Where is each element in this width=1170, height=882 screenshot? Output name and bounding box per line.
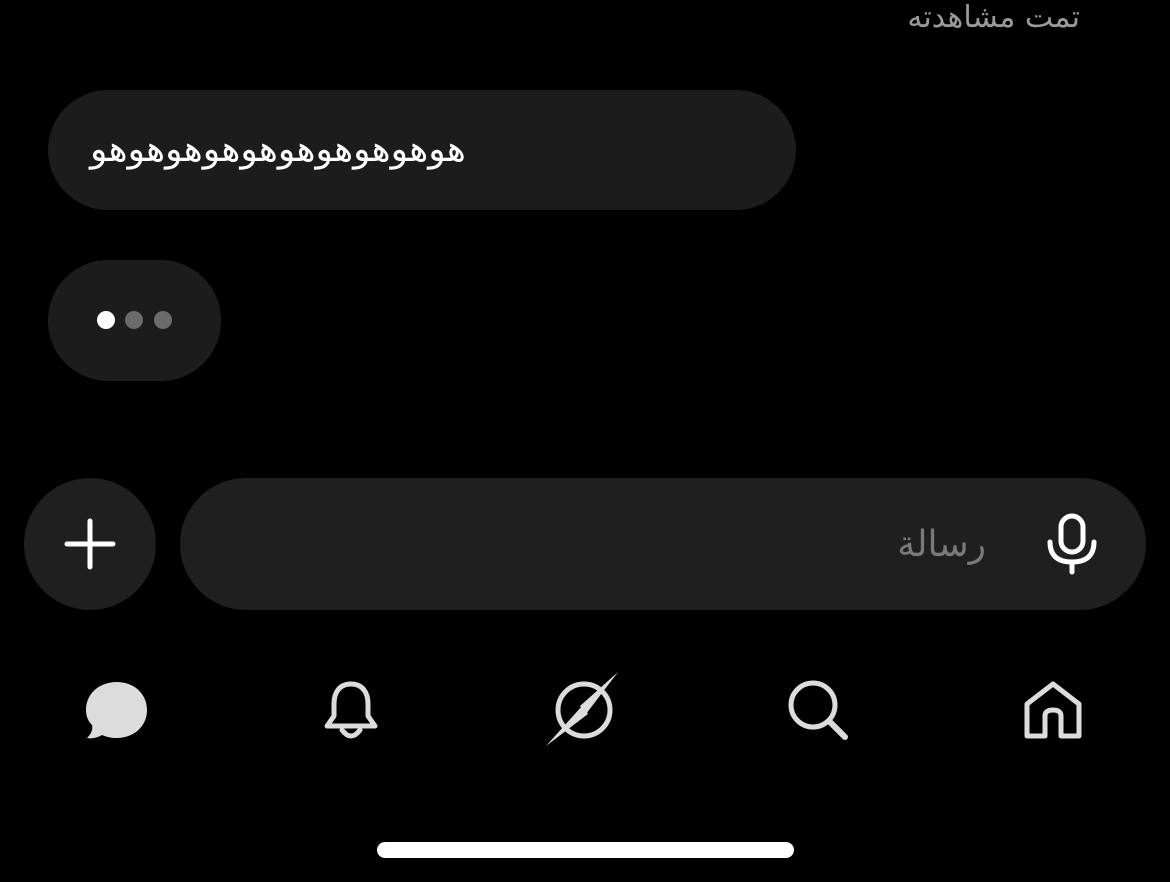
bell-icon [324, 681, 378, 739]
nav-explore[interactable] [542, 668, 626, 752]
typing-dot [154, 311, 172, 329]
nav-notifications[interactable] [309, 668, 393, 752]
message-input[interactable] [240, 478, 986, 610]
home-icon [1024, 681, 1082, 739]
typing-dot [97, 311, 115, 329]
message-composer [180, 478, 1146, 610]
add-button[interactable] [24, 478, 156, 610]
nav-home[interactable] [1011, 668, 1095, 752]
message-text: هوهوهوهوهوهوهوهوهوهو [90, 129, 466, 170]
typing-dot [125, 311, 143, 329]
chat-bubble-icon [86, 682, 147, 739]
nav-messages[interactable] [74, 668, 158, 752]
message-bubble[interactable]: هوهوهوهوهوهوهوهوهوهو [48, 90, 796, 210]
seen-status: تمت مشاهدته [907, 0, 1080, 35]
typing-indicator [48, 260, 221, 381]
home-indicator[interactable] [377, 842, 794, 858]
nav-search[interactable] [776, 668, 860, 752]
microphone-button[interactable] [1036, 508, 1108, 580]
compass-icon [546, 672, 618, 746]
search-icon [788, 680, 848, 740]
microphone-icon [1047, 513, 1097, 575]
plus-icon [64, 518, 116, 570]
